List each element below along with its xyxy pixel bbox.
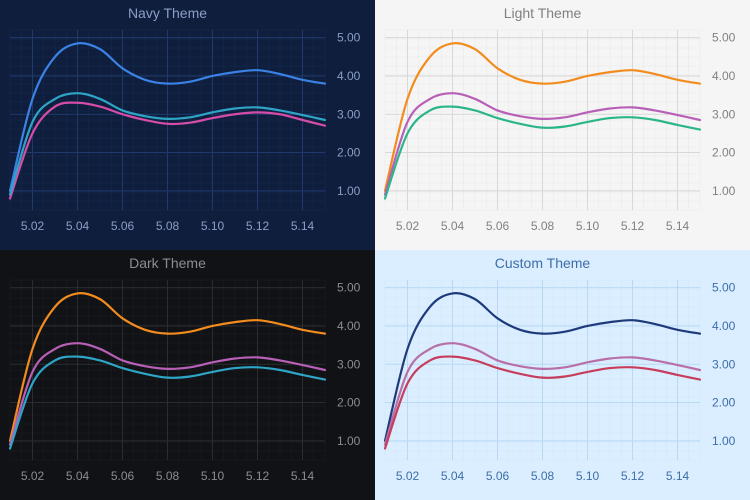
grid: [10, 30, 325, 210]
y-tick-label: 4.00: [712, 319, 736, 333]
y-tick-label: 2.00: [337, 396, 361, 410]
x-tick-label: 5.08: [156, 469, 180, 483]
x-tick-label: 5.04: [66, 219, 90, 233]
y-tick-label: 5.00: [337, 31, 361, 45]
x-tick-label: 5.06: [111, 219, 135, 233]
x-tick-label: 5.12: [621, 219, 645, 233]
y-tick-label: 3.00: [337, 107, 361, 121]
x-tick-label: 5.06: [111, 469, 135, 483]
x-tick-label: 5.14: [291, 219, 315, 233]
x-tick-label: 5.10: [576, 469, 600, 483]
chart-navy: Navy Theme 5.02 5.04 5.06 5.08 5.10 5.12 5.14 1.…: [0, 0, 375, 250]
x-tick-label: 5.10: [201, 469, 225, 483]
y-tick-label: 5.00: [712, 281, 736, 295]
x-tick-label: 5.06: [486, 469, 510, 483]
x-tick-label: 5.10: [576, 219, 600, 233]
x-tick-label: 5.06: [486, 219, 510, 233]
x-tick-label: 5.04: [441, 219, 465, 233]
chart-title: Light Theme: [504, 5, 582, 21]
y-tick-label: 5.00: [337, 281, 361, 295]
x-tick-label: 5.14: [291, 469, 315, 483]
y-tick-label: 3.00: [712, 107, 736, 121]
x-tick-label: 5.12: [246, 469, 270, 483]
y-tick-label: 4.00: [337, 319, 361, 333]
x-tick-label: 5.10: [201, 219, 225, 233]
chart-title: Navy Theme: [128, 5, 207, 21]
chart-light: Light Theme 5.02 5.04 5.06 5.08 5.10 5.12 5.14 1…: [375, 0, 750, 250]
panel-custom: Custom Theme 5.02 5.04 5.06 5.08 5.10 5.12 5.14…: [375, 250, 750, 500]
chart-dark: Dark Theme 5.02 5.04 5.06 5.08 5.10 5.12 5.14 1.…: [0, 250, 375, 500]
x-tick-label: 5.08: [531, 469, 555, 483]
y-tick-label: 2.00: [337, 146, 361, 160]
chart-title: Custom Theme: [495, 255, 591, 271]
y-tick-label: 3.00: [337, 357, 361, 371]
chart-title: Dark Theme: [129, 255, 206, 271]
panel-navy: Navy Theme 5.02 5.04 5.06 5.08 5.10 5.12 5.14 1.…: [0, 0, 375, 250]
x-tick-label: 5.02: [396, 469, 420, 483]
y-tick-label: 2.00: [712, 396, 736, 410]
x-tick-label: 5.12: [621, 469, 645, 483]
x-tick-label: 5.14: [666, 219, 690, 233]
x-tick-label: 5.04: [441, 469, 465, 483]
x-tick-label: 5.02: [396, 219, 420, 233]
y-tick-label: 3.00: [712, 357, 736, 371]
panel-light: Light Theme 5.02 5.04 5.06 5.08 5.10 5.12 5.14 1…: [375, 0, 750, 250]
chart-custom: Custom Theme 5.02 5.04 5.06 5.08 5.10 5.12 5.14…: [375, 250, 750, 500]
y-tick-label: 5.00: [712, 31, 736, 45]
x-tick-label: 5.12: [246, 219, 270, 233]
x-tick-label: 5.08: [156, 219, 180, 233]
y-tick-label: 4.00: [712, 69, 736, 83]
panel-dark: Dark Theme 5.02 5.04 5.06 5.08 5.10 5.12 5.14 1.…: [0, 250, 375, 500]
y-tick-label: 2.00: [712, 146, 736, 160]
x-tick-label: 5.02: [21, 469, 45, 483]
y-tick-label: 1.00: [712, 434, 736, 448]
y-tick-label: 1.00: [712, 184, 736, 198]
x-tick-label: 5.14: [666, 469, 690, 483]
y-tick-label: 4.00: [337, 69, 361, 83]
y-tick-label: 1.00: [337, 434, 361, 448]
x-tick-label: 5.02: [21, 219, 45, 233]
x-tick-label: 5.04: [66, 469, 90, 483]
y-tick-label: 1.00: [337, 184, 361, 198]
x-tick-label: 5.08: [531, 219, 555, 233]
